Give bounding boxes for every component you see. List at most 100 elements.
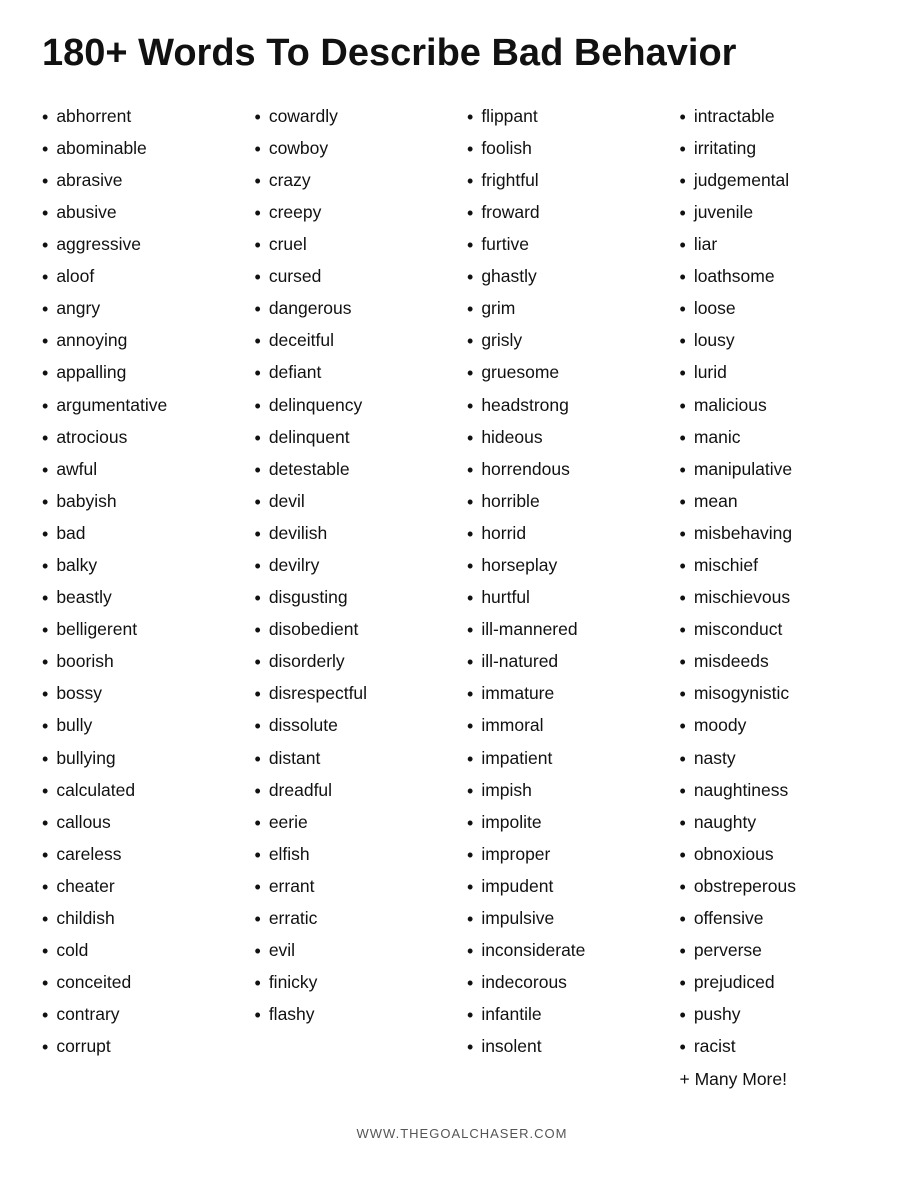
- list-item: angry: [42, 296, 245, 322]
- list-item: dissolute: [255, 713, 458, 739]
- list-item: naughtiness: [680, 778, 883, 804]
- list-item: furtive: [467, 232, 670, 258]
- list-item: disobedient: [255, 617, 458, 643]
- list-item: flippant: [467, 104, 670, 130]
- list-item: lurid: [680, 360, 883, 386]
- list-item: aggressive: [42, 232, 245, 258]
- word-column-1: abhorrentabominableabrasiveabusiveaggres…: [42, 104, 245, 1098]
- list-item: headstrong: [467, 393, 670, 419]
- list-item: froward: [467, 200, 670, 226]
- list-item: judgemental: [680, 168, 883, 194]
- list-item: cold: [42, 938, 245, 964]
- list-item: inconsiderate: [467, 938, 670, 964]
- more-label: + Many More!: [680, 1067, 883, 1092]
- list-item: deceitful: [255, 328, 458, 354]
- list-item: disgusting: [255, 585, 458, 611]
- list-item: hideous: [467, 425, 670, 451]
- list-item: frightful: [467, 168, 670, 194]
- list-item: pushy: [680, 1002, 883, 1028]
- list-item: eerie: [255, 810, 458, 836]
- list-item: mischief: [680, 553, 883, 579]
- list-item: impudent: [467, 874, 670, 900]
- list-item: crazy: [255, 168, 458, 194]
- list-item: babyish: [42, 489, 245, 515]
- list-item: disorderly: [255, 649, 458, 675]
- list-item: bossy: [42, 681, 245, 707]
- list-item: misbehaving: [680, 521, 883, 547]
- list-item: indecorous: [467, 970, 670, 996]
- list-item: offensive: [680, 906, 883, 932]
- list-item: horrid: [467, 521, 670, 547]
- list-item: defiant: [255, 360, 458, 386]
- list-item: appalling: [42, 360, 245, 386]
- list-item: balky: [42, 553, 245, 579]
- list-item: erratic: [255, 906, 458, 932]
- list-item: bad: [42, 521, 245, 547]
- list-item: disrespectful: [255, 681, 458, 707]
- list-item: prejudiced: [680, 970, 883, 996]
- list-item: gruesome: [467, 360, 670, 386]
- list-item: misogynistic: [680, 681, 883, 707]
- list-item: grim: [467, 296, 670, 322]
- list-item: errant: [255, 874, 458, 900]
- list-item: devilish: [255, 521, 458, 547]
- list-item: annoying: [42, 328, 245, 354]
- list-item: horseplay: [467, 553, 670, 579]
- list-item: insolent: [467, 1034, 670, 1060]
- list-item: creepy: [255, 200, 458, 226]
- list-item: irritating: [680, 136, 883, 162]
- list-item: flashy: [255, 1002, 458, 1028]
- list-item: boorish: [42, 649, 245, 675]
- list-item: cowardly: [255, 104, 458, 130]
- list-item: loathsome: [680, 264, 883, 290]
- list-item: abusive: [42, 200, 245, 226]
- list-item: racist: [680, 1034, 883, 1060]
- list-item: liar: [680, 232, 883, 258]
- list-item: childish: [42, 906, 245, 932]
- list-item: horrible: [467, 489, 670, 515]
- footer: WWW.THEGOALCHASER.COM: [42, 1126, 882, 1141]
- list-item: distant: [255, 746, 458, 772]
- list-item: grisly: [467, 328, 670, 354]
- list-item: impulsive: [467, 906, 670, 932]
- list-item: mischievous: [680, 585, 883, 611]
- list-item: hurtful: [467, 585, 670, 611]
- list-item: devilry: [255, 553, 458, 579]
- page-wrapper: 180+ Words To Describe Bad Behavior abho…: [22, 0, 902, 1161]
- list-item: horrendous: [467, 457, 670, 483]
- list-item: perverse: [680, 938, 883, 964]
- list-item: loose: [680, 296, 883, 322]
- list-item: elfish: [255, 842, 458, 868]
- list-item: ill-mannered: [467, 617, 670, 643]
- list-item: infantile: [467, 1002, 670, 1028]
- list-item: cursed: [255, 264, 458, 290]
- list-item: misconduct: [680, 617, 883, 643]
- list-item: beastly: [42, 585, 245, 611]
- list-item: lousy: [680, 328, 883, 354]
- list-item: contrary: [42, 1002, 245, 1028]
- list-item: devil: [255, 489, 458, 515]
- word-column-3: flippantfoolishfrightfulfrowardfurtivegh…: [467, 104, 670, 1098]
- word-column-2: cowardlycowboycrazycreepycruelcurseddang…: [255, 104, 458, 1098]
- list-item: calculated: [42, 778, 245, 804]
- page-title: 180+ Words To Describe Bad Behavior: [42, 32, 882, 76]
- list-item: manic: [680, 425, 883, 451]
- list-item: evil: [255, 938, 458, 964]
- list-item: argumentative: [42, 393, 245, 419]
- list-item: finicky: [255, 970, 458, 996]
- list-item: belligerent: [42, 617, 245, 643]
- list-item: detestable: [255, 457, 458, 483]
- list-item: foolish: [467, 136, 670, 162]
- list-item: dangerous: [255, 296, 458, 322]
- list-item: careless: [42, 842, 245, 868]
- list-item: cheater: [42, 874, 245, 900]
- list-item: dreadful: [255, 778, 458, 804]
- list-item: intractable: [680, 104, 883, 130]
- word-columns: abhorrentabominableabrasiveabusiveaggres…: [42, 104, 882, 1098]
- list-item: impatient: [467, 746, 670, 772]
- list-item: bully: [42, 713, 245, 739]
- list-item: immoral: [467, 713, 670, 739]
- list-item: corrupt: [42, 1034, 245, 1060]
- list-item: obnoxious: [680, 842, 883, 868]
- list-item: ill-natured: [467, 649, 670, 675]
